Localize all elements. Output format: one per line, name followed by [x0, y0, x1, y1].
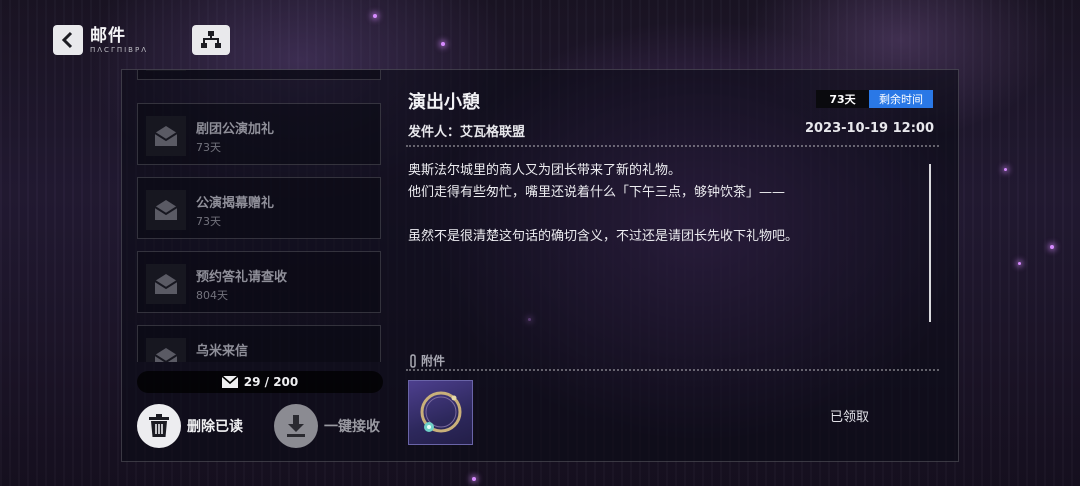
mail-list[interactable]: 剧团公演加礼 73天 公演揭幕赠礼 73天 预约答礼请查收 804天 乌米来信: [137, 70, 383, 362]
trash-icon: [137, 404, 181, 448]
mail-item-name: 剧团公演加礼: [196, 122, 275, 137]
mail-count: 29 / 200: [243, 375, 299, 389]
mail-item-name: 乌米来信: [196, 344, 249, 359]
receive-all-button[interactable]: 一键接收: [274, 404, 380, 448]
mail-title: 演出小憩: [408, 92, 480, 113]
remaining-time-label: 剩余时间: [869, 90, 933, 108]
hierarchy-button[interactable]: [192, 25, 230, 55]
mail-item-name: 公演揭幕赠礼: [196, 196, 275, 211]
mail-envelope-icon: [146, 116, 186, 156]
hierarchy-icon: [201, 31, 221, 48]
back-button[interactable]: [53, 25, 83, 55]
background-sparkle: [373, 14, 377, 18]
mail-item-days: 73天: [196, 215, 221, 228]
chevron-left-icon: [61, 31, 73, 49]
receive-all-label: 一键接收: [324, 419, 380, 435]
ring-item-icon: [420, 391, 462, 433]
mail-envelope-icon: [146, 264, 186, 304]
mail-item-name: 预约答礼请查收: [196, 270, 288, 285]
background-sparkle: [1018, 262, 1021, 265]
claimed-status: 已领取: [830, 410, 870, 425]
mail-body-line: 虽然不是很清楚这句话的确切含义，不过还是请团长先收下礼物吧。: [408, 229, 799, 244]
download-icon: [274, 404, 318, 448]
mail-count-bar: 29 / 200: [137, 371, 383, 393]
mail-body-line: 他们走得有些匆忙，嘴里还说着什么「下午三点，够钟饮茶」——: [408, 185, 786, 200]
mail-item-days: 804天: [196, 289, 228, 302]
background-sparkle: [1004, 168, 1007, 171]
attachment-header: 附件: [408, 352, 445, 369]
delete-read-button[interactable]: 删除已读: [137, 404, 243, 448]
delete-read-label: 删除已读: [187, 419, 243, 435]
divider: [406, 369, 939, 371]
page-title-group: 邮件 ΠΛCΓΠΙΒΡΛ: [90, 26, 148, 55]
mail-list-item[interactable]: 预约答礼请查收 804天: [137, 251, 381, 313]
mail-body-scrollbar[interactable]: [929, 164, 931, 322]
page-title: 邮件: [90, 26, 126, 46]
page-subtitle: ΠΛCΓΠΙΒΡΛ: [90, 46, 148, 54]
mail-list-item[interactable]: 剧团公演加礼 73天: [137, 103, 381, 165]
remaining-days-badge: 73天: [816, 90, 869, 108]
mail-body-line: 奥斯法尔城里的商人又为团长带来了新的礼物。: [408, 163, 682, 178]
background-sparkle: [441, 42, 445, 46]
background-sparkle: [472, 477, 476, 481]
mail-list-item[interactable]: 公演揭幕赠礼 73天: [137, 177, 381, 239]
attachment-label: 附件: [421, 354, 446, 368]
attachment-item[interactable]: [408, 380, 473, 445]
mail-envelope-icon: [146, 190, 186, 230]
mail-envelope-icon: [146, 70, 186, 71]
mail-body: 奥斯法尔城里的商人又为团长带来了新的礼物。 他们走得有些匆忙，嘴里还说着什么「下…: [408, 160, 908, 248]
mail-body-line: [408, 204, 908, 226]
divider: [406, 145, 939, 147]
mail-item-days: 73天: [196, 141, 221, 154]
mail-datetime: 2023-10-19 12:00: [804, 121, 934, 136]
mail-envelope-icon: [146, 338, 186, 362]
mail-sender: 发件人：艾瓦格联盟: [408, 125, 526, 140]
paperclip-icon: [410, 353, 416, 368]
mail-list-item[interactable]: 乌米来信: [137, 325, 381, 362]
mail-list-item[interactable]: [137, 70, 381, 80]
background-sparkle: [1050, 245, 1054, 249]
envelope-icon: [221, 376, 238, 388]
